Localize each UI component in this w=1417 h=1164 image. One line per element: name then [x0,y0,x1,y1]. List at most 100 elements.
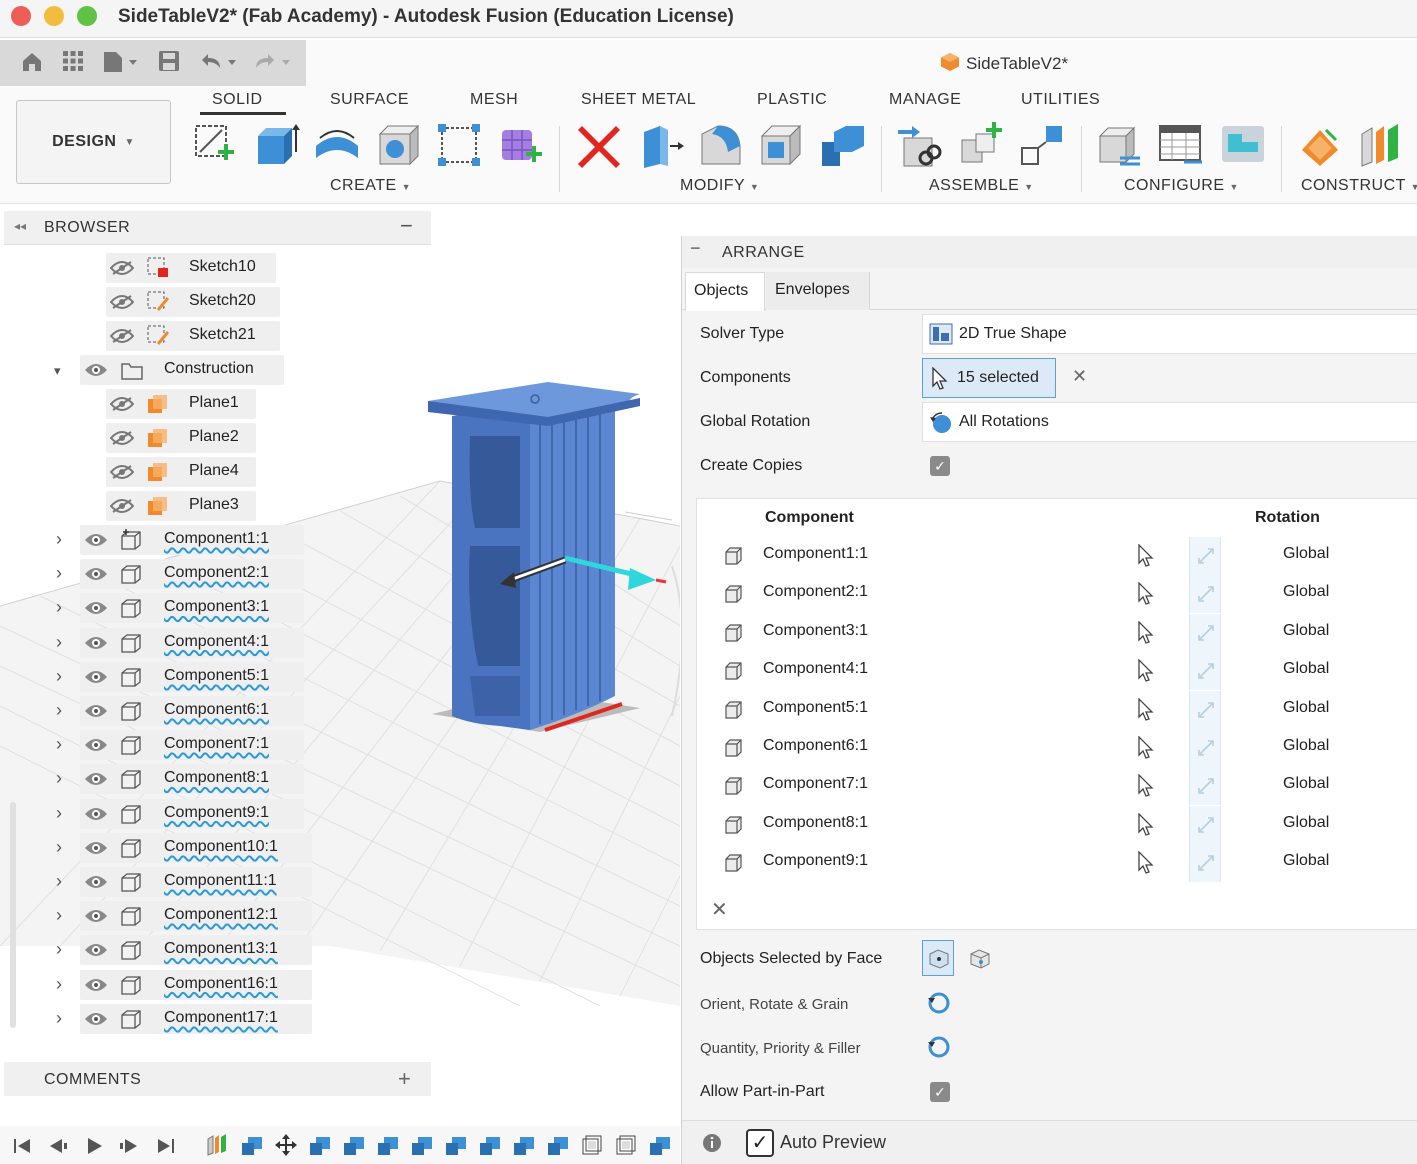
change-parameters-icon[interactable] [1096,122,1142,168]
quantity-settings-icon[interactable] [926,1034,950,1058]
tab-envelopes[interactable]: Envelopes [766,272,870,310]
chevron-right-icon[interactable]: › [56,1008,62,1029]
select-cursor-icon[interactable] [1137,620,1155,645]
select-cursor-icon[interactable] [1137,774,1155,798]
hidden-eye-icon[interactable] [110,328,134,344]
select-cursor-icon[interactable] [1137,736,1155,760]
select-cursor-icon[interactable] [1137,582,1155,606]
redo-icon[interactable] [252,50,294,74]
eye-icon[interactable] [84,840,108,856]
rotation-settings-icon[interactable] [926,990,950,1014]
solver-type-select[interactable]: 2D True Shape [922,314,1417,354]
comments-panel[interactable]: COMMENTS + [4,1062,431,1096]
select-by-body-icon[interactable] [968,947,992,971]
eye-icon[interactable] [84,669,108,685]
press-pull-icon[interactable] [638,122,684,168]
timeline-feature-move-icon[interactable] [274,1133,298,1157]
fillet-icon[interactable] [698,122,744,168]
table-row[interactable]: Component1:1 Global [697,537,1417,575]
timeline-feature-body-icon[interactable] [512,1133,536,1157]
rotation-axis-cell[interactable] [1189,844,1221,883]
configuration-table-icon[interactable] [1158,122,1204,168]
chevron-right-icon[interactable]: › [56,597,62,618]
collapse-browser-icon[interactable]: ◂◂ [14,219,26,233]
chamfer-icon[interactable] [758,122,804,168]
chevron-right-icon[interactable]: › [56,666,62,687]
timeline-feature-shell-icon[interactable] [614,1133,638,1157]
hidden-eye-icon[interactable] [110,498,134,514]
home-icon[interactable] [20,50,44,74]
tab-objects[interactable]: Objects [685,272,765,311]
table-row[interactable]: Component5:1 Global [697,690,1417,729]
table-row[interactable]: Component9:1 Global [697,844,1417,883]
rotation-axis-cell[interactable] [1189,613,1221,652]
timeline-feature-body-icon[interactable] [308,1133,332,1157]
tab-plastic[interactable]: PLASTIC [757,91,827,109]
browser-scrollbar[interactable] [10,802,16,1028]
allow-part-in-part-checkbox[interactable]: ✓ [930,1082,950,1102]
select-cursor-icon[interactable] [1137,659,1155,683]
configure-group[interactable]: CONFIGURE ▼ [1124,177,1239,195]
eye-icon[interactable] [84,703,108,719]
timeline-feature-body-icon[interactable] [546,1133,570,1157]
eye-icon[interactable] [84,362,108,378]
timeline-feature-body-icon[interactable] [648,1133,672,1157]
chevron-right-icon[interactable]: › [56,563,62,584]
hidden-eye-icon[interactable] [110,464,134,480]
eye-icon[interactable] [84,566,108,582]
rotation-axis-cell[interactable] [1189,767,1221,806]
chevron-right-icon[interactable]: › [56,529,62,550]
select-cursor-icon[interactable] [1137,544,1155,568]
rotation-axis-cell[interactable] [1189,537,1221,575]
tab-mesh[interactable]: MESH [470,91,518,109]
close-window-button[interactable] [11,6,31,26]
hidden-eye-icon[interactable] [110,430,134,446]
components-selection-button[interactable]: 15 selected [922,358,1056,398]
eye-icon[interactable] [84,532,108,548]
auto-preview-checkbox[interactable]: ✓ [746,1129,774,1157]
minimize-window-button[interactable] [44,6,64,26]
document-tab[interactable]: SideTableV2* [940,52,1068,74]
eye-icon[interactable] [84,874,108,890]
chevron-right-icon[interactable]: › [56,837,62,858]
clear-selection-icon[interactable]: ✕ [1072,366,1087,387]
hidden-eye-icon[interactable] [110,396,134,412]
create-copies-checkbox[interactable]: ✓ [930,456,950,476]
chevron-right-icon[interactable]: › [56,939,62,960]
table-row[interactable]: Component7:1 Global [697,767,1417,806]
undo-icon[interactable] [198,50,240,74]
eye-icon[interactable] [84,806,108,822]
create-form-icon[interactable] [498,122,544,168]
browser-header[interactable]: ◂◂ BROWSER − [4,211,431,245]
extrude-icon[interactable] [254,122,300,168]
chevron-right-icon[interactable]: › [56,974,62,995]
timeline-feature-body-icon[interactable] [410,1133,434,1157]
configuration-rules-icon[interactable] [1220,122,1266,168]
table-row[interactable]: Component3:1 Global [697,613,1417,652]
chevron-right-icon[interactable]: › [56,768,62,789]
eye-icon[interactable] [84,635,108,651]
timeline-feature-midplane-icon[interactable] [206,1133,230,1157]
table-row[interactable]: Component6:1 Global [697,729,1417,767]
tab-surface[interactable]: SURFACE [330,91,409,109]
select-cursor-icon[interactable] [1137,697,1155,722]
tab-sheet-metal[interactable]: SHEET METAL [581,91,696,109]
create-group[interactable]: CREATE ▼ [330,177,411,195]
minimize-panel-icon[interactable]: − [400,213,413,239]
info-icon[interactable] [702,1133,722,1153]
midplane-icon[interactable] [1358,122,1404,168]
construct-group[interactable]: CONSTRUCT ▼ [1301,177,1417,195]
modify-group[interactable]: MODIFY ▼ [680,177,759,195]
chevron-right-icon[interactable]: › [56,632,62,653]
chevron-right-icon[interactable]: › [56,905,62,926]
chevron-down-icon[interactable]: ▾ [54,363,61,379]
rotation-axis-cell[interactable] [1189,690,1221,729]
timeline-feature-body-icon[interactable] [342,1133,366,1157]
eye-icon[interactable] [84,908,108,924]
remove-row-icon[interactable]: ✕ [711,897,728,922]
as-built-joint-icon[interactable] [1018,122,1064,168]
hidden-eye-icon[interactable] [110,260,134,276]
assemble-group[interactable]: ASSEMBLE ▼ [929,177,1034,195]
collapse-dialog-icon[interactable]: − [690,238,701,259]
select-by-face-button[interactable] [922,940,954,976]
